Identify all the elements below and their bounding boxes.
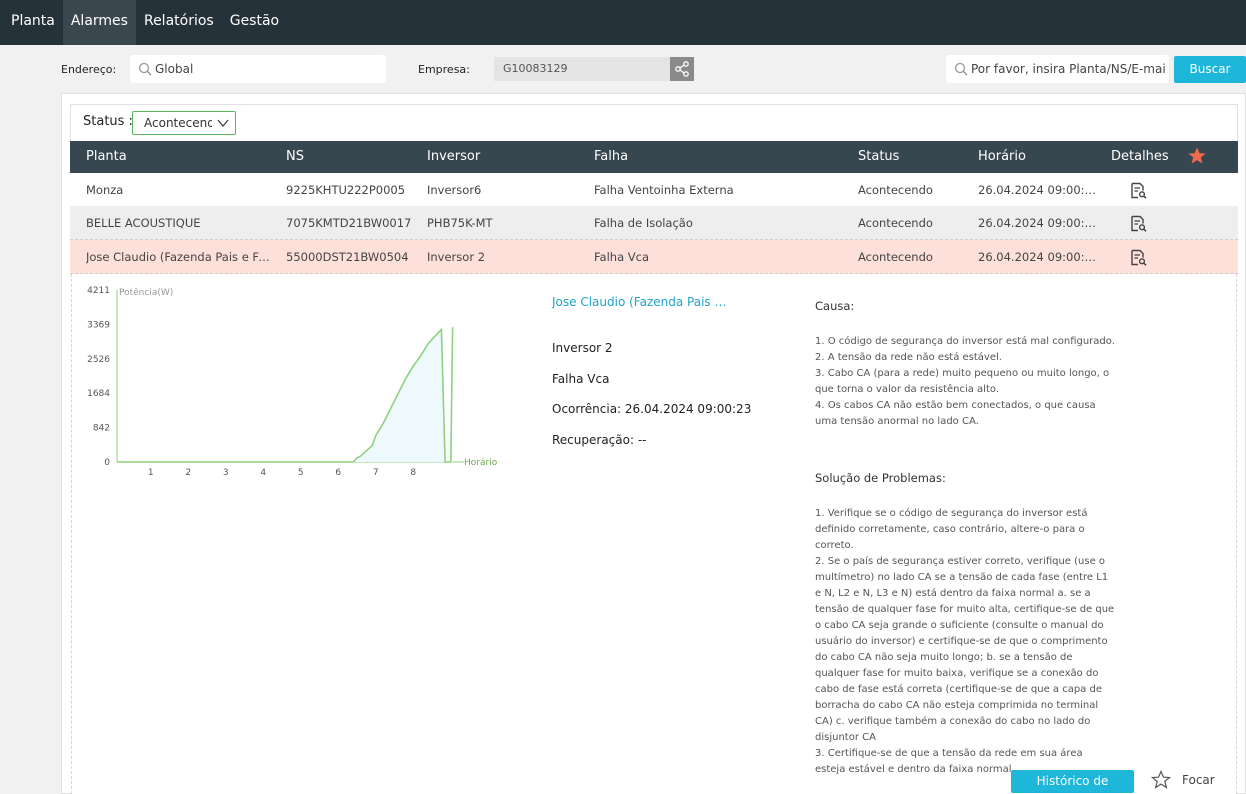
cell-planta: Monza [86, 183, 124, 197]
cause-title: Causa: [815, 299, 855, 313]
cell-inversor: Inversor 2 [427, 250, 486, 264]
chevron-down-icon [217, 119, 229, 128]
search-icon [954, 62, 968, 76]
cell-ns: 55000DST21BW0504 [286, 250, 409, 264]
x-axis-title: Horário [464, 458, 498, 468]
cell-status: Acontecendo [858, 183, 933, 197]
detail-fault: Falha Vca [552, 372, 610, 386]
x-tick-label: 7 [373, 468, 379, 478]
global-search-input[interactable] [971, 55, 1166, 83]
cell-horario: 26.04.2024 09:00:25 [978, 183, 1098, 197]
power-chart: 0 842 1684 2526 3369 4211 1 2 3 4 5 6 7 8 Potência(W) H… [84, 280, 504, 480]
cell-ns: 9225KHTU222P0005 [286, 183, 406, 197]
nav-relatorios[interactable]: Relatórios [136, 0, 222, 45]
cell-status: Acontecendo [858, 250, 933, 264]
x-tick-label: 8 [410, 468, 416, 478]
header-planta: Planta [86, 149, 127, 164]
cell-falha: Falha de Isolação [594, 216, 693, 230]
details-icon[interactable] [1130, 249, 1147, 266]
cell-inversor: Inversor6 [427, 183, 482, 197]
cell-planta: BELLE ACOUSTIQUE [86, 216, 201, 230]
filter-row: Endereço: Empresa: G10083129 Buscar [0, 45, 1246, 93]
address-field[interactable] [130, 55, 386, 83]
series-area [117, 327, 453, 462]
y-tick-label: 4211 [87, 286, 110, 296]
header-inversor: Inversor [427, 149, 481, 164]
table-row[interactable]: BELLE ACOUSTIQUE 7075KMTD21BW0017 PHB75K… [70, 206, 1238, 240]
table-row[interactable]: Jose Claudio (Fazenda Pais e Filhos) 550… [70, 240, 1238, 274]
y-tick-label: 2526 [87, 355, 110, 365]
y-tick-label: 3369 [87, 320, 110, 330]
details-icon[interactable] [1130, 182, 1147, 199]
table-header: Planta NS Inversor Falha Status Horário … [70, 141, 1238, 173]
star-filled-icon[interactable] [1187, 146, 1207, 166]
solution-text: 1. Verifique se o código de segurança do… [815, 506, 1115, 778]
detail-occurrence: Ocorrência: 26.04.2024 09:00:23 [552, 402, 752, 416]
x-tick-label: 5 [298, 468, 304, 478]
details-icon[interactable] [1130, 215, 1147, 232]
address-label: Endereço: [61, 63, 117, 76]
cell-falha: Falha Vca [594, 250, 650, 264]
cause-line: 3. Cabo CA (para a rede) muito pequeno o… [815, 368, 1110, 395]
cause-line: 1. O código de segurança do inversor est… [815, 336, 1115, 347]
solution-title: Solução de Problemas: [815, 471, 946, 485]
x-tick-label: 4 [260, 468, 266, 478]
search-icon [138, 62, 152, 76]
top-nav: Planta Alarmes Relatórios Gestão [0, 0, 1246, 45]
solution-line: 1. Verifique se o código de segurança do… [815, 508, 1088, 551]
status-filter-row: Status : Acontecendo [70, 104, 1238, 140]
address-input[interactable] [155, 55, 380, 83]
table-row[interactable]: Monza 9225KHTU222P0005 Inversor6 Falha V… [70, 173, 1238, 207]
header-horario: Horário [978, 149, 1026, 164]
global-search-field[interactable] [946, 55, 1169, 83]
share-icon [675, 61, 689, 77]
star-outline-icon[interactable] [1151, 770, 1171, 790]
x-tick-label: 1 [148, 468, 154, 478]
detail-recovery: Recuperação: -- [552, 433, 647, 447]
plant-link[interactable]: Jose Claudio (Fazenda Pais e Filhos) [552, 295, 732, 309]
cell-status: Acontecendo [858, 216, 933, 230]
header-status: Status [858, 149, 900, 164]
company-field[interactable]: G10083129 [494, 57, 670, 81]
cell-inversor: PHB75K-MT [427, 216, 493, 230]
company-label: Empresa: [418, 63, 470, 76]
x-tick-label: 2 [185, 468, 191, 478]
search-button[interactable]: Buscar [1174, 56, 1246, 83]
status-filter-label: Status : [83, 114, 133, 129]
cell-horario: 26.04.2024 09:00:25 [978, 216, 1098, 230]
header-detalhes: Detalhes [1111, 149, 1169, 164]
nav-gestao[interactable]: Gestão [222, 0, 287, 45]
focus-label[interactable]: Focar [1182, 773, 1215, 787]
cause-line: 4. Os cabos CA não estão bem conectados,… [815, 400, 1096, 427]
cell-planta: Jose Claudio (Fazenda Pais e Filhos) [86, 250, 271, 264]
cause-text: 1. O código de segurança do inversor est… [815, 334, 1115, 430]
cell-horario: 26.04.2024 09:00:23 [978, 250, 1098, 264]
x-tick-label: 6 [335, 468, 341, 478]
generation-history-button[interactable]: Histórico de Geração [1011, 770, 1134, 793]
y-tick-label: 0 [104, 458, 110, 468]
y-tick-label: 842 [93, 424, 110, 434]
status-select-value: Acontecendo [144, 116, 212, 130]
detail-inverter: Inversor 2 [552, 341, 613, 355]
share-button[interactable] [670, 57, 694, 81]
x-tick-label: 3 [223, 468, 229, 478]
status-select[interactable]: Acontecendo [132, 111, 236, 135]
nav-alarmes[interactable]: Alarmes [62, 0, 136, 45]
y-axis-title: Potência(W) [119, 287, 173, 298]
header-ns: NS [286, 149, 304, 164]
nav-planta[interactable]: Planta [0, 0, 63, 45]
cell-ns: 7075KMTD21BW0017 [286, 216, 412, 230]
cell-falha: Falha Ventoinha Externa [594, 183, 734, 197]
power-chart-svg: 0 842 1684 2526 3369 4211 1 2 3 4 5 6 7 8 Potência(W) H… [87, 286, 498, 478]
y-tick-label: 1684 [87, 389, 110, 399]
cause-line: 2. A tensão da rede não está estável. [815, 352, 1002, 363]
solution-line: 2. Se o país de segurança estiver corret… [815, 556, 1115, 743]
header-falha: Falha [594, 149, 629, 164]
